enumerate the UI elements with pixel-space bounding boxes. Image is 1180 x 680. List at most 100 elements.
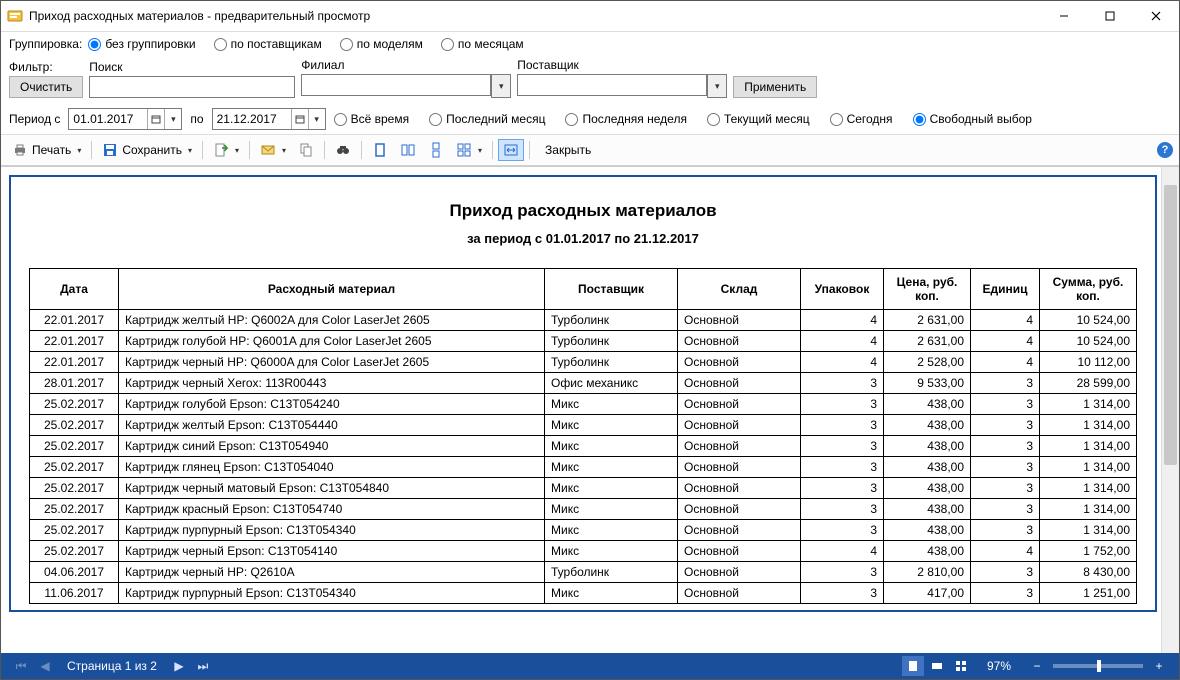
chevron-down-icon[interactable]: ▾ bbox=[308, 109, 325, 129]
cell-sum: 28 599,00 bbox=[1040, 373, 1137, 394]
find-button[interactable] bbox=[330, 139, 356, 161]
nav-prev[interactable]: ◀ bbox=[35, 656, 55, 676]
cell-date: 04.06.2017 bbox=[30, 562, 119, 583]
search-input[interactable] bbox=[89, 76, 295, 98]
help-icon[interactable]: ? bbox=[1157, 142, 1173, 158]
date-from[interactable]: ▾ bbox=[68, 108, 182, 130]
calendar-icon[interactable] bbox=[291, 109, 308, 129]
export-button[interactable]: ▾ bbox=[208, 139, 244, 161]
cell-material: Картридж голубой Epson: C13T054240 bbox=[119, 394, 545, 415]
nav-next[interactable]: ▶ bbox=[169, 656, 189, 676]
period-current-month[interactable]: Текущий месяц bbox=[707, 112, 810, 126]
cell-sum: 8 430,00 bbox=[1040, 562, 1137, 583]
cell-units: 3 bbox=[971, 520, 1040, 541]
calendar-icon[interactable] bbox=[147, 109, 164, 129]
view-single[interactable] bbox=[367, 139, 393, 161]
group-none[interactable]: без группировки bbox=[88, 37, 195, 51]
group-month[interactable]: по месяцам bbox=[441, 37, 524, 51]
print-button[interactable]: Печать▾ bbox=[7, 139, 86, 161]
cell-supplier: Микс bbox=[545, 436, 678, 457]
branch-combo[interactable]: ▾ bbox=[301, 74, 511, 98]
cell-price: 438,00 bbox=[884, 457, 971, 478]
cell-date: 11.06.2017 bbox=[30, 583, 119, 604]
clear-button[interactable]: Очистить bbox=[9, 76, 83, 98]
view-continuous[interactable] bbox=[423, 139, 449, 161]
cell-warehouse: Основной bbox=[678, 394, 801, 415]
group-supplier[interactable]: по поставщикам bbox=[214, 37, 322, 51]
cell-units: 3 bbox=[971, 415, 1040, 436]
supplier-input[interactable] bbox=[517, 74, 707, 96]
maximize-button[interactable] bbox=[1087, 1, 1133, 31]
period-last-month[interactable]: Последний месяц bbox=[429, 112, 545, 126]
scrollbar-thumb[interactable] bbox=[1164, 185, 1177, 465]
cell-material: Картридж глянец Epson: C13T054040 bbox=[119, 457, 545, 478]
cell-packs: 3 bbox=[801, 562, 884, 583]
fit-width-icon bbox=[503, 142, 519, 158]
col-units: Единиц bbox=[971, 269, 1040, 310]
zoom-mode-multi[interactable] bbox=[950, 656, 972, 676]
mail-button[interactable]: ▾ bbox=[255, 139, 291, 161]
date-to[interactable]: ▾ bbox=[212, 108, 326, 130]
branch-input[interactable] bbox=[301, 74, 491, 96]
date-to-input[interactable] bbox=[213, 112, 291, 126]
cell-warehouse: Основной bbox=[678, 457, 801, 478]
cell-warehouse: Основной bbox=[678, 331, 801, 352]
cell-date: 25.02.2017 bbox=[30, 415, 119, 436]
period-to-label: по bbox=[190, 112, 203, 126]
page-single-icon bbox=[372, 142, 388, 158]
fit-width-button[interactable] bbox=[498, 139, 524, 161]
cell-material: Картридж черный HP: Q6000A для Color Las… bbox=[119, 352, 545, 373]
supplier-combo[interactable]: ▾ bbox=[517, 74, 727, 98]
cell-warehouse: Основной bbox=[678, 436, 801, 457]
chevron-down-icon[interactable]: ▾ bbox=[707, 74, 727, 98]
col-supplier: Поставщик bbox=[545, 269, 678, 310]
period-today[interactable]: Сегодня bbox=[830, 112, 893, 126]
cell-packs: 3 bbox=[801, 499, 884, 520]
cell-sum: 1 314,00 bbox=[1040, 436, 1137, 457]
cell-date: 25.02.2017 bbox=[30, 478, 119, 499]
view-multi[interactable]: ▾ bbox=[451, 139, 487, 161]
zoom-in-button[interactable]: + bbox=[1148, 656, 1170, 676]
period-all[interactable]: Всё время bbox=[334, 112, 409, 126]
cell-material: Картридж пурпурный Epson: C13T054340 bbox=[119, 520, 545, 541]
cell-warehouse: Основной bbox=[678, 583, 801, 604]
apply-button[interactable]: Применить bbox=[733, 76, 817, 98]
copy-button[interactable] bbox=[293, 139, 319, 161]
cell-packs: 3 bbox=[801, 457, 884, 478]
table-row: 22.01.2017Картридж голубой HP: Q6001A дл… bbox=[30, 331, 1137, 352]
cell-units: 3 bbox=[971, 457, 1040, 478]
cell-sum: 1 314,00 bbox=[1040, 457, 1137, 478]
cell-packs: 3 bbox=[801, 373, 884, 394]
period-last-week[interactable]: Последняя неделя bbox=[565, 112, 686, 126]
group-model[interactable]: по моделям bbox=[340, 37, 423, 51]
cell-price: 438,00 bbox=[884, 436, 971, 457]
cell-material: Картридж желтый Epson: C13T054440 bbox=[119, 415, 545, 436]
period-custom[interactable]: Свободный выбор bbox=[913, 112, 1032, 126]
date-from-input[interactable] bbox=[69, 112, 147, 126]
grouping-row: Группировка: без группировки по поставщи… bbox=[1, 32, 1179, 56]
cell-price: 2 528,00 bbox=[884, 352, 971, 373]
zoom-mode-width[interactable] bbox=[926, 656, 948, 676]
mail-icon bbox=[260, 142, 276, 158]
zoom-slider[interactable] bbox=[1053, 664, 1143, 668]
view-facing[interactable] bbox=[395, 139, 421, 161]
chevron-down-icon[interactable]: ▾ bbox=[164, 109, 181, 129]
zoom-mode-page[interactable] bbox=[902, 656, 924, 676]
chevron-down-icon[interactable]: ▾ bbox=[491, 74, 511, 98]
cell-warehouse: Основной bbox=[678, 352, 801, 373]
cell-units: 4 bbox=[971, 331, 1040, 352]
minimize-button[interactable] bbox=[1041, 1, 1087, 31]
cell-supplier: Микс bbox=[545, 457, 678, 478]
zoom-out-button[interactable]: − bbox=[1026, 656, 1048, 676]
close-preview-button[interactable]: Закрыть bbox=[545, 143, 591, 157]
close-button[interactable] bbox=[1133, 1, 1179, 31]
vertical-scrollbar[interactable] bbox=[1161, 167, 1179, 653]
cell-sum: 10 112,00 bbox=[1040, 352, 1137, 373]
page-indicator: Страница 1 из 2 bbox=[67, 659, 157, 673]
nav-first[interactable]: ⏮ bbox=[11, 656, 31, 676]
nav-last[interactable]: ⏭ bbox=[193, 656, 213, 676]
col-price: Цена, руб. коп. bbox=[884, 269, 971, 310]
cell-supplier: Турболинк bbox=[545, 310, 678, 331]
cell-price: 9 533,00 bbox=[884, 373, 971, 394]
save-button[interactable]: Сохранить▾ bbox=[97, 139, 197, 161]
